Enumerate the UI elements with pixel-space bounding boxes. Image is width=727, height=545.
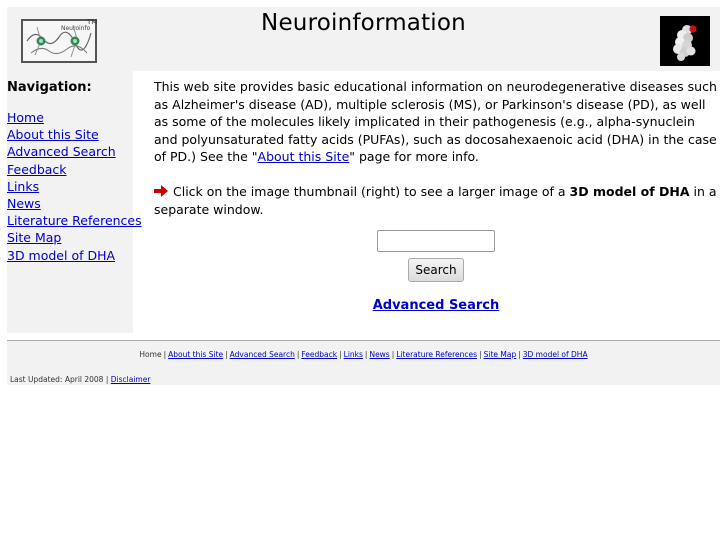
page-footer: Home | About this Site | Advanced Search | Fee… — [7, 341, 720, 385]
intro-about-link[interactable]: About this Site — [258, 149, 350, 164]
search-button[interactable]: Search — [408, 258, 464, 283]
footer-separator: | — [518, 350, 521, 359]
search-input[interactable] — [377, 230, 495, 253]
nav-item-about: About this Site — [7, 126, 142, 143]
footer-home-label: Home — [139, 350, 162, 359]
nav-item-site-map: Site Map — [7, 229, 142, 246]
navigation-heading: Navigation: — [7, 80, 92, 95]
thumbnail-text-before: Click on the image thumbnail (right) to … — [173, 183, 570, 199]
nav-item-dha-model: 3D model of DHA — [7, 247, 142, 264]
footer-separator: | — [163, 350, 167, 359]
footer-separator: | — [479, 350, 482, 359]
footer-link-literature-references[interactable]: Literature References — [396, 350, 477, 359]
footer-link-site-map[interactable]: Site Map — [484, 350, 517, 359]
nav-link-about-this-site[interactable]: About this Site — [7, 127, 99, 142]
nav-link-links[interactable]: Links — [7, 179, 39, 194]
nav-item-feedback: Feedback — [7, 161, 142, 178]
nav-link-advanced-search[interactable]: Advanced Search — [7, 144, 116, 159]
sidebar-navigation: Navigation: Home About this Site Advance… — [7, 71, 142, 333]
nav-item-news: News — [7, 195, 142, 212]
navigation-list: Home About this Site Advanced Search Fee… — [7, 109, 142, 264]
nav-link-feedback[interactable]: Feedback — [7, 162, 67, 177]
intro-tail-text: " page for more info. — [349, 149, 479, 165]
nav-link-news[interactable]: News — [7, 196, 41, 211]
footer-nav: Home | About this Site | Advanced Search | Fee… — [7, 350, 720, 359]
nav-item-home: Home — [7, 109, 142, 126]
thumbnail-instruction: Click on the image thumbnail (right) to … — [154, 183, 718, 218]
footer-separator: | — [339, 350, 342, 359]
dha-molecule-icon — [660, 16, 710, 66]
page-header: Neuroinfo TM Neuroinformation — [7, 7, 720, 71]
dha-thumbnail-link[interactable] — [660, 16, 710, 66]
red-arrow-icon — [154, 184, 168, 197]
footer-separator: | — [225, 350, 228, 359]
footer-link-advanced-search[interactable]: Advanced Search — [230, 350, 295, 359]
intro-paragraph: This web site provides basic educational… — [154, 78, 718, 166]
nav-link-3d-model-of-dha[interactable]: 3D model of DHA — [7, 248, 115, 263]
disclaimer-link[interactable]: Disclaimer — [111, 375, 151, 384]
last-updated: Last Updated: April 2008 | Disclaimer — [10, 375, 150, 384]
footer-link-feedback[interactable]: Feedback — [301, 350, 337, 359]
footer-link-links[interactable]: Links — [344, 350, 363, 359]
nav-item-links: Links — [7, 178, 142, 195]
advanced-search-link[interactable]: Advanced Search — [373, 297, 500, 315]
footer-link-news[interactable]: News — [369, 350, 389, 359]
nav-item-literature: Literature References — [7, 212, 142, 229]
page-title: Neuroinformation — [261, 10, 466, 36]
footer-separator: | — [391, 350, 395, 359]
last-updated-text: Last Updated: April 2008 | — [10, 375, 111, 384]
footer-separator: | — [296, 350, 300, 359]
nav-link-site-map[interactable]: Site Map — [7, 230, 61, 245]
nav-link-literature-references[interactable]: Literature References — [7, 213, 142, 228]
nav-link-home[interactable]: Home — [7, 110, 44, 125]
thumbnail-text-bold: 3D model of DHA — [569, 183, 690, 199]
footer-link-about-this-site[interactable]: About this Site — [168, 350, 223, 359]
main-content: This web site provides basic educational… — [154, 78, 718, 315]
footer-link-3d-model-of-dha[interactable]: 3D model of DHA — [523, 350, 588, 359]
footer-separator: | — [364, 350, 368, 359]
search-form: Search Advanced Search — [154, 230, 718, 315]
nav-item-advanced-search: Advanced Search — [7, 143, 142, 160]
